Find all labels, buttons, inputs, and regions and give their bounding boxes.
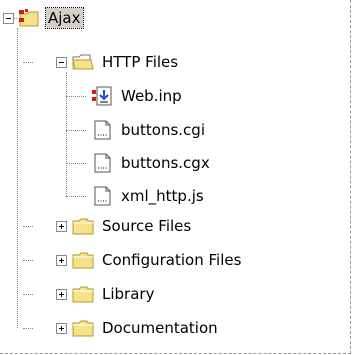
- tree-line-web: [66, 96, 86, 97]
- tree-line-http: [23, 62, 33, 63]
- tree-line-cgi: [66, 130, 86, 131]
- tree-node-label: buttons.cgx: [121, 154, 210, 172]
- folder-icon: [72, 318, 94, 338]
- expand-library-toggle[interactable]: [56, 289, 67, 300]
- tree-node-configuration-files[interactable]: Configuration Files: [72, 248, 243, 272]
- expand-configuration-files-toggle[interactable]: [56, 255, 67, 266]
- tree-line-js: [66, 196, 86, 197]
- collapse-root-toggle[interactable]: [3, 13, 14, 24]
- tree-node-buttons-cgi[interactable]: buttons.cgi: [91, 118, 207, 142]
- tree-node-label: Web.inp: [121, 87, 182, 105]
- file-icon: [91, 153, 113, 173]
- file-icon: [91, 120, 113, 140]
- expand-documentation-toggle[interactable]: [56, 323, 67, 334]
- tree-node-ajax[interactable]: Ajax: [18, 6, 84, 30]
- project-icon: [18, 8, 40, 28]
- tree-node-label: buttons.cgi: [121, 121, 205, 139]
- collapse-http-files-toggle[interactable]: [56, 57, 67, 68]
- tree-line-cgx: [66, 163, 86, 164]
- tree-node-buttons-cgx[interactable]: buttons.cgx: [91, 151, 212, 175]
- expand-source-files-toggle[interactable]: [56, 221, 67, 232]
- tree-node-source-files[interactable]: Source Files: [72, 214, 193, 238]
- tree-node-http-files[interactable]: HTTP Files: [72, 50, 180, 74]
- tree-node-web-inp[interactable]: Web.inp: [91, 84, 184, 108]
- tree-node-label: xml_http.js: [121, 187, 204, 205]
- download-file-icon: [91, 86, 113, 106]
- tree-node-xml-http-js[interactable]: xml_http.js: [91, 184, 206, 208]
- tree-line-source: [23, 226, 33, 227]
- open-folder-icon: [72, 52, 94, 72]
- tree-node-label: Ajax: [45, 7, 84, 29]
- tree-node-library[interactable]: Library: [72, 282, 156, 306]
- tree-node-label: Documentation: [102, 319, 218, 337]
- folder-icon: [72, 216, 94, 236]
- tree-node-label: Configuration Files: [102, 251, 242, 269]
- folder-icon: [72, 284, 94, 304]
- tree-line-docs: [23, 328, 33, 329]
- tree-line-http-children: [66, 72, 67, 196]
- tree-line-config: [23, 260, 33, 261]
- tree-node-documentation[interactable]: Documentation: [72, 316, 220, 340]
- tree-node-label: Source Files: [102, 217, 192, 235]
- tree-line-root: [17, 28, 18, 328]
- tree-node-label: HTTP Files: [102, 53, 179, 71]
- file-icon: [91, 186, 113, 206]
- tree-line-library: [23, 294, 33, 295]
- folder-icon: [72, 250, 94, 270]
- tree-node-label: Library: [102, 285, 155, 303]
- project-tree[interactable]: Ajax HTTP Files Web.inp buttons.cgi butt…: [0, 0, 352, 355]
